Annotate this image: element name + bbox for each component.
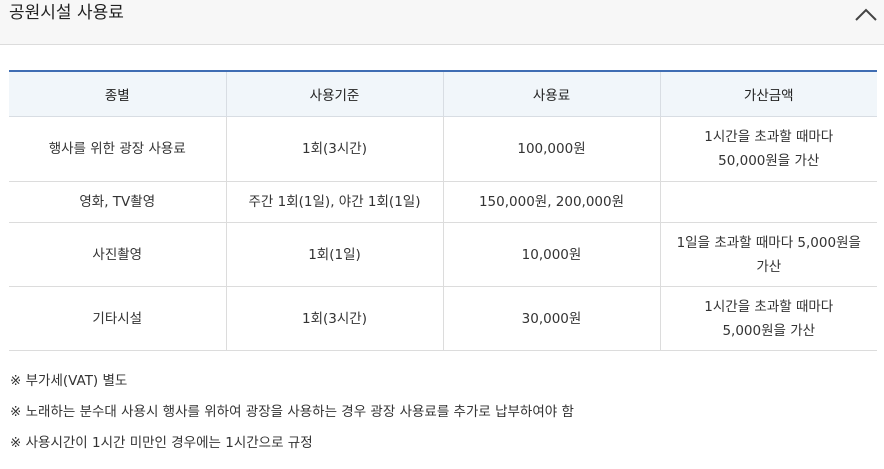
cell-basis: 1회(1일) (225, 222, 443, 287)
note-item: ※ 노래하는 분수대 사용시 행사를 위하여 광장을 사용하는 경우 광장 사용… (10, 404, 574, 420)
surcharge-line: 50,000원을 가산 (718, 153, 820, 169)
cell-fee: 30,000원 (442, 286, 660, 351)
column-header-surcharge: 가산금액 (659, 70, 877, 117)
collapse-button[interactable] (852, 1, 880, 27)
cell-basis: 1회(3시간) (225, 286, 443, 351)
table-row: 영화, TV촬영 주간 1회(1일), 야간 1회(1일) 150,000원, … (9, 181, 877, 223)
cell-surcharge (659, 181, 877, 223)
cell-fee: 150,000원, 200,000원 (442, 181, 660, 223)
table-row: 사진촬영 1회(1일) 10,000원 1일을 초과할 때마다 5,000원을 … (9, 222, 877, 287)
column-header-type: 종별 (9, 70, 226, 117)
notes-list: ※ 부가세(VAT) 별도 ※ 노래하는 분수대 사용시 행사를 위하여 광장을… (10, 368, 574, 461)
surcharge-line: 1시간을 초과할 때마다 (704, 298, 834, 315)
table-header-row: 종별 사용기준 사용료 가산금액 (9, 70, 877, 117)
surcharge-line: 1일을 초과할 때마다 5,000원을 (676, 234, 861, 251)
surcharge-line: 5,000원을 가산 (722, 322, 816, 339)
section-header[interactable]: 공원시설 사용료 (0, 0, 884, 45)
cell-type: 행사를 위한 광장 사용료 (9, 116, 226, 182)
fee-table: 종별 사용기준 사용료 가산금액 행사를 위한 광장 사용료 1회(3시간) 1… (9, 70, 877, 351)
cell-surcharge: 1일을 초과할 때마다 5,000원을 가산 (659, 222, 877, 287)
note-item: ※ 부가세(VAT) 별도 (10, 373, 128, 389)
cell-type: 사진촬영 (9, 222, 226, 287)
column-header-fee: 사용료 (442, 70, 660, 117)
cell-type: 영화, TV촬영 (9, 181, 226, 223)
note-item: ※ 사용시간이 1시간 미만인 경우에는 1시간으로 규정 (10, 435, 313, 451)
chevron-up-icon (855, 8, 877, 21)
surcharge-line: 1시간을 초과할 때마다 (704, 129, 834, 145)
section-title: 공원시설 사용료 (9, 3, 124, 23)
table-row: 기타시설 1회(3시간) 30,000원 1시간을 초과할 때마다 5,000원… (9, 286, 877, 351)
column-header-basis: 사용기준 (225, 70, 443, 117)
cell-basis: 주간 1회(1일), 야간 1회(1일) (225, 181, 443, 223)
cell-surcharge: 1시간을 초과할 때마다 5,000원을 가산 (659, 286, 877, 351)
table-row: 행사를 위한 광장 사용료 1회(3시간) 100,000원 1시간을 초과할 … (9, 116, 877, 182)
surcharge-line: 가산 (756, 258, 782, 275)
cell-fee: 100,000원 (442, 116, 660, 182)
cell-fee: 10,000원 (442, 222, 660, 287)
cell-basis: 1회(3시간) (225, 116, 443, 182)
cell-surcharge: 1시간을 초과할 때마다 50,000원을 가산 (659, 116, 877, 182)
cell-type: 기타시설 (9, 286, 226, 351)
